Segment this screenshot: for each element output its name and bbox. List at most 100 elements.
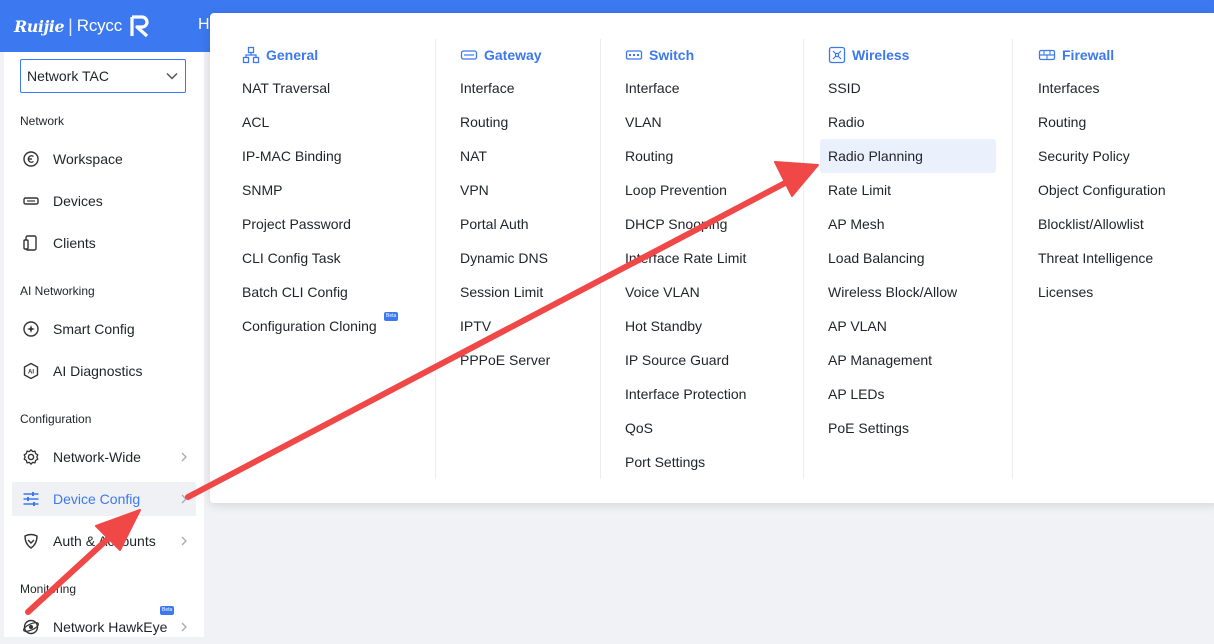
menu-item-project-password[interactable]: Project Password [242,207,351,241]
chevron-right-icon [181,536,187,546]
menu-item-gateway-interface[interactable]: Interface [460,71,514,105]
menu-item-object-configuration[interactable]: Object Configuration [1038,173,1166,207]
menu-item-radio[interactable]: Radio [828,105,865,139]
menu-item-wireless-block-allow[interactable]: Wireless Block/Allow [828,275,957,309]
svg-text:AI: AI [28,370,34,376]
menu-item-session-limit[interactable]: Session Limit [460,275,543,309]
wireless-icon [828,46,846,64]
menu-column-wireless-label: Wireless [852,47,910,63]
nav-clients[interactable]: Clients [12,226,196,260]
menu-item-threat-intelligence[interactable]: Threat Intelligence [1038,241,1153,275]
group-title-monitoring: Monitoring [20,582,77,596]
workspace-icon [22,150,40,168]
nav-network-wide-label: Network-Wide [53,449,141,465]
network-selector-value: Network TAC [27,68,109,84]
menu-column-general-title: General [242,45,318,65]
nav-smart-config[interactable]: Smart Config [12,312,196,346]
menu-item-portal-auth[interactable]: Portal Auth [460,207,529,241]
menu-item-ap-vlan[interactable]: AP VLAN [828,309,887,343]
chevron-right-icon [181,622,187,632]
column-divider [1012,39,1013,479]
menu-item-blocklist-allowlist[interactable]: Blocklist/Allowlist [1038,207,1144,241]
nav-auth-accounts-label: Auth & Accounts [53,533,156,549]
nav-workspace[interactable]: Workspace [12,142,196,176]
menu-column-switch-label: Switch [649,47,695,63]
menu-column-general-label: General [266,47,319,63]
menu-item-interface-rate-limit[interactable]: Interface Rate Limit [625,241,746,275]
menu-item-switch-interface[interactable]: Interface [625,71,679,105]
menu-item-load-balancing[interactable]: Load Balancing [828,241,925,275]
nav-clients-label: Clients [53,235,96,251]
device-config-menu: General NAT Traversal ACL IP-MAC Binding… [210,13,1214,503]
menu-item-dhcp-snooping[interactable]: DHCP Snooping [625,207,727,241]
brand-name: Ruijie [14,16,65,36]
nav-network-wide[interactable]: Network-Wide [12,440,196,474]
nav-network-hawkeye-label: Network HawkEye [53,619,168,635]
nav-ai-diagnostics[interactable]: AI AI Diagnostics [12,354,196,388]
menu-item-poe-settings[interactable]: PoE Settings [828,411,909,445]
network-selector[interactable]: Network TAC [20,59,186,93]
menu-item-qos[interactable]: QoS [625,411,653,445]
top-tab-home[interactable]: H [198,16,210,34]
menu-item-vpn[interactable]: VPN [460,173,489,207]
menu-item-firewall-interfaces[interactable]: Interfaces [1038,71,1099,105]
column-divider [803,39,804,479]
chevron-down-icon [166,72,178,80]
nav-auth-accounts[interactable]: Auth & Accounts [12,524,196,558]
menu-column-firewall-label: Firewall [1062,47,1115,63]
nav-device-config-label: Device Config [53,491,141,507]
menu-item-licenses[interactable]: Licenses [1038,275,1093,309]
beta-badge: Beta [160,606,175,615]
menu-item-ap-mesh[interactable]: AP Mesh [828,207,885,241]
nav-device-config[interactable]: Device Config [12,482,196,516]
firewall-icon [1038,46,1056,64]
menu-item-loop-prevention[interactable]: Loop Prevention [625,173,727,207]
menu-item-rate-limit[interactable]: Rate Limit [828,173,891,207]
group-title-ai-networking: AI Networking [20,284,95,298]
menu-item-iptv[interactable]: IPTV [460,309,491,343]
menu-item-configuration-cloning[interactable]: Configuration Cloning [242,309,377,343]
general-icon [242,46,260,64]
clients-icon [22,234,40,252]
menu-item-ssid[interactable]: SSID [828,71,861,105]
menu-item-switch-routing[interactable]: Routing [625,139,673,173]
menu-item-port-settings[interactable]: Port Settings [625,445,705,479]
menu-item-ip-mac-binding[interactable]: IP-MAC Binding [242,139,342,173]
menu-item-voice-vlan[interactable]: Voice VLAN [625,275,700,309]
menu-item-cli-config-task[interactable]: CLI Config Task [242,241,341,275]
menu-item-security-policy[interactable]: Security Policy [1038,139,1130,173]
nav-devices[interactable]: Devices [12,184,196,218]
menu-item-interface-protection[interactable]: Interface Protection [625,377,746,411]
menu-column-switch-title: Switch [625,45,694,65]
menu-item-pppoe-server[interactable]: PPPoE Server [460,343,550,377]
menu-item-hot-standby[interactable]: Hot Standby [625,309,702,343]
menu-item-vlan[interactable]: VLAN [625,105,662,139]
menu-item-gateway-routing[interactable]: Routing [460,105,508,139]
gateway-icon [460,46,478,64]
menu-item-batch-cli-config[interactable]: Batch CLI Config [242,275,348,309]
gear-icon [22,448,40,466]
nav-workspace-label: Workspace [53,151,123,167]
menu-item-nat-traversal[interactable]: NAT Traversal [242,71,330,105]
nav-network-hawkeye[interactable]: Network HawkEye Beta [12,606,196,644]
menu-item-dynamic-dns[interactable]: Dynamic DNS [460,241,548,275]
group-title-network: Network [20,114,65,128]
chevron-right-icon [181,452,187,462]
menu-item-ap-management[interactable]: AP Management [828,343,932,377]
nav-ai-diagnostics-label: AI Diagnostics [53,363,143,379]
menu-item-snmp[interactable]: SNMP [242,173,282,207]
shield-icon [22,532,40,550]
brand-logo[interactable]: Ruijie | Rcycc [14,12,152,40]
menu-item-ip-source-guard[interactable]: IP Source Guard [625,343,729,377]
menu-item-firewall-routing[interactable]: Routing [1038,105,1086,139]
group-title-configuration: Configuration [20,412,92,426]
switch-icon [625,46,643,64]
menu-item-nat[interactable]: NAT [460,139,487,173]
brand-mark-icon [130,15,149,38]
column-divider [600,39,601,479]
menu-item-acl[interactable]: ACL [242,105,269,139]
menu-item-ap-leds[interactable]: AP LEDs [828,377,885,411]
menu-column-wireless-title: Wireless [828,45,909,65]
ai-diagnostics-icon: AI [22,362,40,380]
menu-item-radio-planning[interactable]: Radio Planning [820,139,996,173]
